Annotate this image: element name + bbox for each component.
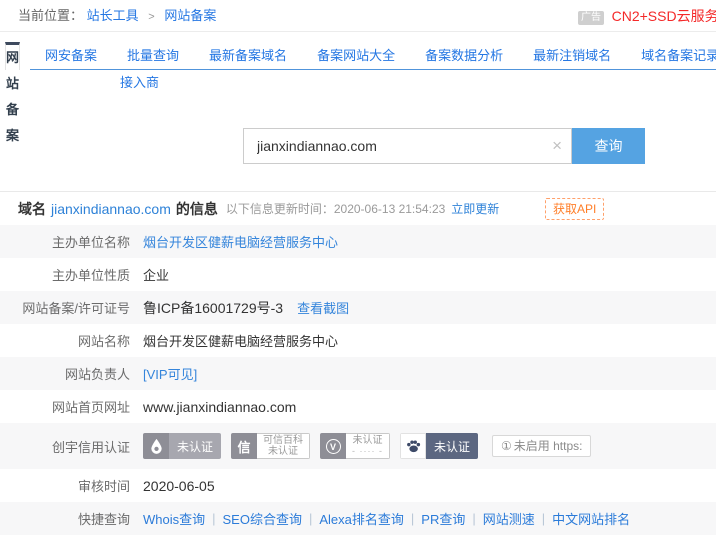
tab-beian-data-analysis[interactable]: 备案数据分析 [410,42,518,69]
info-header: 域名 jianxindiannao.com 的信息 以下信息更新时间：2020-… [0,192,716,225]
chinese-site-rank-link[interactable]: 中文网站排名 [552,509,630,528]
baidu-cert-badge[interactable]: 未认证 [400,433,478,459]
tab-latest-cancelled-domains[interactable]: 最新注销域名 [518,42,626,69]
sponsor-nature-value: 企业 [143,265,169,284]
table-row-homepage: 网站首页网址 www.jianxindiannao.com [0,390,716,423]
tab-row-1: 网站备案 网安备案 批量查询 最新备案域名 备案网站大全 备案数据分析 最新注销… [0,42,716,70]
whois-query-link[interactable]: Whois查询 [143,509,205,528]
xin-icon: 信 [231,433,257,459]
table-row-site-owner: 网站负责人 [VIP可见] [0,357,716,390]
credit-badges: 未认证 信 可信百科 未认证 V 未认证 - ···· - [143,433,591,459]
ad-badge: 广告 [578,11,604,25]
row-label: 审核时间 [0,476,130,495]
search-section: × 查询 [0,96,716,191]
tab-row-rest: 网安备案 批量查询 最新备案域名 备案网站大全 备案数据分析 最新注销域名 域名… [30,42,716,70]
table-row-quick-query: 快捷查询 Whois查询 | SEO综合查询 | Alexa排名查询 | PR查… [0,502,716,535]
row-label: 网站负责人 [0,364,130,383]
breadcrumb-link-webmaster-tools[interactable]: 站长工具 [87,8,139,23]
row-label: 主办单位性质 [0,265,130,284]
table-row-credit-cert: 创宇信用认证 未认证 信 可信百科 未认证 V 未认证 - ···· - [0,423,716,469]
link-separator: | [309,511,312,526]
kexin-baike-line2: 未认证 [268,446,298,457]
info-circle-icon: ① [501,439,512,453]
update-now-link[interactable]: 立即更新 [451,200,499,217]
link-separator: | [411,511,414,526]
https-status-pill: ①未启用 https: [492,435,591,457]
tab-latest-beian-domains[interactable]: 最新备案域名 [194,42,302,69]
domain-info-section: 域名 jianxindiannao.com 的信息 以下信息更新时间：2020-… [0,191,716,535]
update-time-note: 以下信息更新时间：2020-06-13 21:54:23 [226,200,445,217]
search-box: × [243,128,572,164]
alexa-rank-link[interactable]: Alexa排名查询 [319,509,404,528]
pr-query-link[interactable]: PR查询 [421,509,465,528]
info-header-suffix: 的信息 [176,199,218,219]
knownsec-cert-status: 未认证 [169,433,221,459]
sponsor-name-link[interactable]: 烟台开发区健薪电脑经营服务中心 [143,232,338,251]
site-name-value: 烟台开发区健薪电脑经营服务中心 [143,331,338,350]
knownsec-cert-badge[interactable]: 未认证 [143,433,221,459]
table-row-review-date: 审核时间 2020-06-05 [0,469,716,502]
breadcrumb-link-site-beian[interactable]: 网站备案 [164,8,216,23]
page: { "colors": { "tab_link_blue": "#2577e3"… [0,0,716,538]
link-separator: | [542,511,545,526]
tab-access-provider[interactable]: 接入商 [120,75,159,90]
site-speed-link[interactable]: 网站测速 [483,509,535,528]
kexin-baike-line1: 可信百科 [263,435,303,446]
breadcrumb-prefix: 当前位置： [18,8,83,23]
link-separator: | [472,511,475,526]
v-glyph: V [326,439,341,454]
baidu-cert-status: 未认证 [426,433,478,459]
get-api-button[interactable]: 获取API [545,198,604,220]
tab-beian-site-directory[interactable]: 备案网站大全 [302,42,410,69]
search-input[interactable] [244,129,571,163]
v-cert-line1: 未认证 [353,435,383,446]
table-row-site-name: 网站名称 烟台开发区健薪电脑经营服务中心 [0,324,716,357]
tab-domain-beian-records[interactable]: 域名备案记录 [626,42,716,69]
kexin-baike-badge[interactable]: 信 可信百科 未认证 [231,433,310,459]
link-separator: | [212,511,215,526]
row-label: 网站备案/许可证号 [0,298,130,317]
tab-website-beian[interactable]: 网站备案 [5,42,20,70]
breadcrumb-separator: > [148,11,154,23]
row-label: 快捷查询 [0,509,130,528]
ad-text: CN2+SSD云服务器●5 [612,8,716,24]
https-status-text: 未启用 https: [514,439,583,453]
seo-query-link[interactable]: SEO综合查询 [223,509,302,528]
tab-row-2: 接入商 [0,70,716,96]
homepage-url-value: www.jianxindiannao.com [143,399,296,415]
clear-icon[interactable]: × [552,129,562,163]
table-row-sponsor-name: 主办单位名称 烟台开发区健薪电脑经营服务中心 [0,225,716,258]
row-label: 主办单位名称 [0,232,130,251]
quick-query-links: Whois查询 | SEO综合查询 | Alexa排名查询 | PR查询 | 网… [143,509,630,528]
icp-license-value: 鲁ICP备16001729号-3 [143,298,283,318]
v-cert-line2: - ···· - [352,446,383,457]
search-button[interactable]: 查询 [572,128,645,164]
ad-banner[interactable]: 广告 CN2+SSD云服务器●5 [578,0,716,32]
top-bar: 当前位置： 站长工具 > 网站备案 广告 CN2+SSD云服务器●5 [0,0,716,32]
row-label: 创宇信用认证 [0,437,130,456]
paw-icon [400,433,426,459]
tab-batch-query[interactable]: 批量查询 [112,42,194,69]
row-label: 网站首页网址 [0,397,130,416]
vip-visible-link[interactable]: [VIP可见] [143,364,197,383]
xin-glyph: 信 [238,437,251,456]
table-row-icp-license: 网站备案/许可证号 鲁ICP备16001729号-3 查看截图 [0,291,716,324]
tab-bar: 网站备案 网安备案 批量查询 最新备案域名 备案网站大全 备案数据分析 最新注销… [0,42,716,96]
info-header-domain-link[interactable]: jianxindiannao.com [51,201,171,217]
table-row-sponsor-nature: 主办单位性质 企业 [0,258,716,291]
info-header-prefix: 域名 [18,199,46,219]
view-screenshot-link[interactable]: 查看截图 [297,298,349,317]
v-cert-badge[interactable]: V 未认证 - ···· - [320,433,390,459]
review-date-value: 2020-06-05 [143,478,215,494]
tab-wangan-beian[interactable]: 网安备案 [30,42,112,69]
row-label: 网站名称 [0,331,130,350]
droplet-icon [143,433,169,459]
v-circle-icon: V [320,433,346,459]
